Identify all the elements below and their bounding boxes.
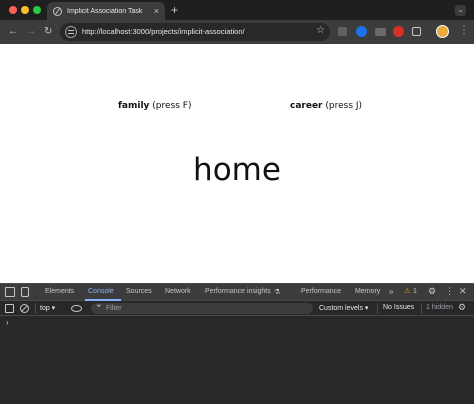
filter-placeholder: Filter <box>106 304 122 312</box>
warning-count[interactable]: 1 <box>413 288 417 295</box>
browser-toolbar: ← → ↻ http://localhost:3000/projects/imp… <box>0 20 474 44</box>
console-prompt[interactable]: › <box>6 318 9 327</box>
devtools-tabbar: Elements Console Sources Network Perform… <box>0 284 474 301</box>
extension-icon[interactable] <box>356 26 367 37</box>
tab-console[interactable]: Console <box>88 288 114 295</box>
tab-performance[interactable]: Performance <box>301 288 341 295</box>
address-bar[interactable]: http://localhost:3000/projects/implicit-… <box>60 23 330 41</box>
url-text[interactable]: http://localhost:3000/projects/implicit-… <box>82 27 245 36</box>
tab-title: Implicit Association Task <box>67 7 143 15</box>
hidden-count: 1 hidden <box>426 304 453 311</box>
right-category-hint: (press J) <box>325 101 363 111</box>
extension-icon[interactable] <box>338 27 347 36</box>
extension-icon[interactable] <box>375 28 386 36</box>
console-settings-icon[interactable]: ⚙ <box>458 302 466 313</box>
log-levels-dropdown[interactable]: Custom levels ▾ <box>319 304 368 312</box>
browser-menu-icon[interactable]: ⋮ <box>459 25 469 37</box>
kebab-menu-icon[interactable]: ⋮ <box>445 286 454 297</box>
window-close-button[interactable] <box>9 6 17 14</box>
tab-performance-insights[interactable]: Performance insights <box>205 288 271 295</box>
device-toggle-icon[interactable] <box>21 287 29 297</box>
page-viewport: family (press F) career (press J) home <box>0 44 474 283</box>
tab-memory[interactable]: Memory <box>355 288 380 295</box>
right-category-label: career (press J) <box>290 101 362 111</box>
left-category-label: family (press F) <box>118 101 191 111</box>
tab-search-button[interactable]: ⌄ <box>455 5 466 16</box>
forward-button[interactable]: → <box>26 26 36 38</box>
extensions-puzzle-icon[interactable] <box>412 27 421 36</box>
gear-icon[interactable]: ⚙ <box>428 286 436 297</box>
warning-icon[interactable]: ⚠ <box>404 287 410 295</box>
profile-avatar[interactable] <box>436 25 449 38</box>
stimulus-word: home <box>193 152 281 188</box>
divider <box>35 303 36 314</box>
left-category-name: family <box>118 101 150 111</box>
left-category-hint: (press F) <box>152 101 192 111</box>
context-selector[interactable]: top ▾ <box>40 304 55 312</box>
divider <box>377 303 378 314</box>
devtools-panel: Elements Console Sources Network Perform… <box>0 283 474 404</box>
sidebar-icon[interactable] <box>5 304 14 313</box>
filter-icon: ⏷ <box>96 303 102 310</box>
globe-icon <box>53 6 62 16</box>
tab-close-icon[interactable]: × <box>154 6 159 16</box>
inspect-icon[interactable] <box>5 287 15 297</box>
flask-icon: ⚗ <box>274 289 281 296</box>
extension-icon[interactable] <box>393 26 404 37</box>
window-minimize-button[interactable] <box>21 6 29 14</box>
new-tab-button[interactable]: + <box>171 3 178 17</box>
window-maximize-button[interactable] <box>33 6 41 14</box>
close-icon[interactable]: ✕ <box>459 286 467 297</box>
issues-button[interactable]: No Issues <box>383 304 414 311</box>
reload-button[interactable]: ↻ <box>44 26 52 38</box>
site-info-icon[interactable] <box>65 26 77 38</box>
filter-input[interactable]: ⏷ Filter <box>91 303 313 314</box>
tab-elements[interactable]: Elements <box>45 288 74 295</box>
more-tabs-icon[interactable]: » <box>389 287 393 296</box>
browser-titlebar: Implicit Association Task × + ⌄ <box>0 0 474 20</box>
tab-sources[interactable]: Sources <box>126 288 152 295</box>
tab-network[interactable]: Network <box>165 288 191 295</box>
eye-icon[interactable] <box>71 305 82 312</box>
bookmark-star-icon[interactable]: ☆ <box>316 25 325 37</box>
browser-tab[interactable]: Implicit Association Task × <box>47 2 165 20</box>
clear-console-icon[interactable] <box>20 304 29 313</box>
console-filterbar: top ▾ ⏷ Filter Custom levels ▾ No Issues… <box>0 301 474 316</box>
divider <box>421 303 422 314</box>
back-button[interactable]: ← <box>8 26 18 38</box>
right-category-name: career <box>290 101 323 111</box>
